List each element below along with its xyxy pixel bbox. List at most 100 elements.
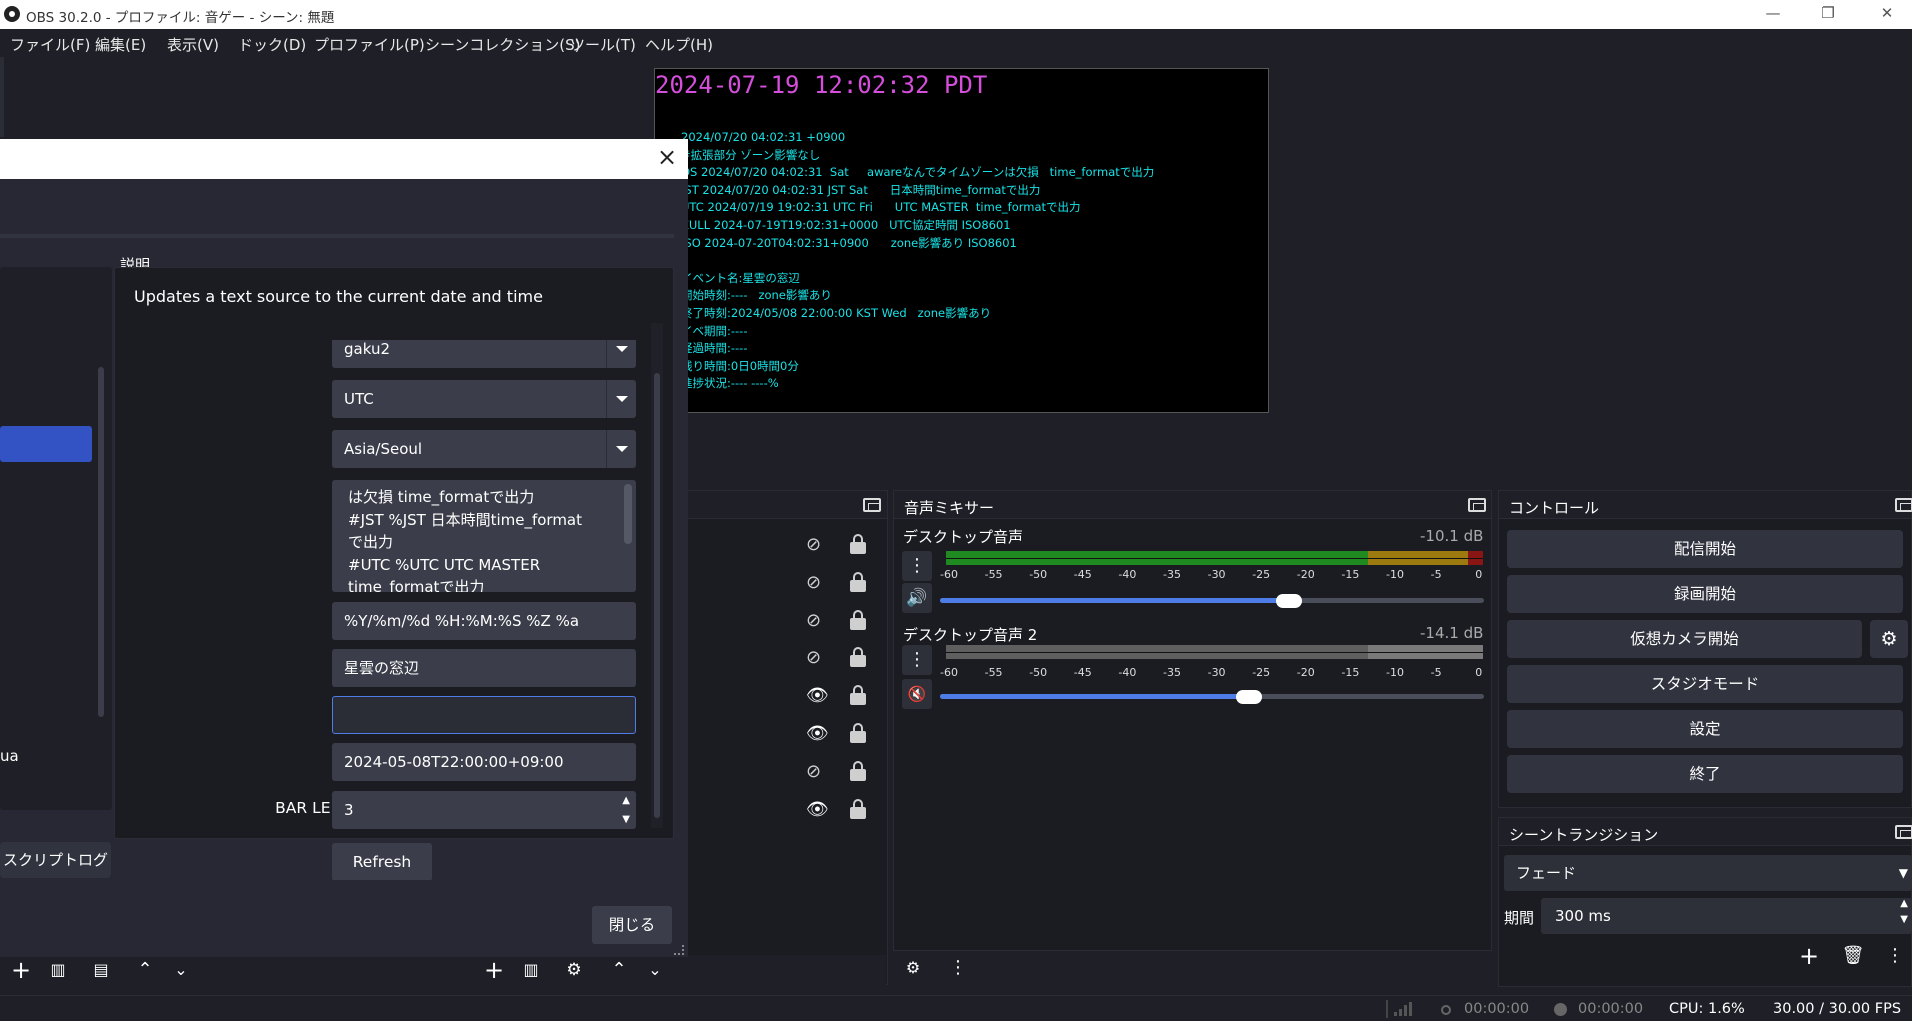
source-up-icon[interactable]: ⌃ bbox=[604, 955, 634, 985]
virtual-camera-gear-icon[interactable]: ⚙ bbox=[1870, 620, 1908, 658]
menu-profile[interactable]: プロファイル(P) bbox=[314, 34, 425, 55]
eye-hidden-icon[interactable]: ⊘ bbox=[806, 610, 828, 631]
exit-button[interactable]: 終了 bbox=[1507, 755, 1903, 793]
lock-icon[interactable] bbox=[850, 647, 866, 668]
chevron-down-icon bbox=[606, 340, 636, 368]
restore-icon[interactable]: ❐ bbox=[1813, 4, 1843, 22]
mixer-channel-menu-icon[interactable]: ⋮ bbox=[902, 645, 932, 675]
add-scene-icon[interactable]: + bbox=[6, 955, 36, 985]
menu-view[interactable]: 表示(V) bbox=[167, 34, 219, 55]
transition-select[interactable]: フェード ▼ bbox=[1504, 855, 1912, 891]
eye-icon[interactable]: 👁 bbox=[806, 724, 829, 744]
spin-arrows-icon[interactable]: ▲ ▼ bbox=[622, 791, 630, 829]
lock-icon[interactable] bbox=[850, 798, 866, 819]
preview-line: 経過時間:---- bbox=[681, 341, 748, 356]
dialog-close-icon[interactable]: × bbox=[657, 143, 677, 171]
transition-select-value: フェード bbox=[1516, 864, 1577, 882]
meter-scale-label: -15 bbox=[1341, 666, 1360, 679]
duration-spinbox[interactable]: 300 ms ▲ ▼ bbox=[1541, 898, 1912, 934]
scene-filters-icon[interactable]: ▤ bbox=[86, 955, 116, 985]
menu-dock[interactable]: ドック(D) bbox=[238, 34, 306, 55]
spin-arrows-icon[interactable]: ▲ ▼ bbox=[1900, 896, 1908, 928]
eye-icon[interactable]: 👁 bbox=[806, 686, 829, 706]
menu-edit[interactable]: 編集(E) bbox=[95, 34, 146, 55]
meter-scale-label: -55 bbox=[984, 666, 1003, 679]
sources-undock-icon[interactable] bbox=[863, 498, 881, 512]
minimize-icon[interactable]: — bbox=[1758, 4, 1788, 22]
trash-icon[interactable]: 🗑 bbox=[1838, 941, 1868, 971]
move-up-icon[interactable]: ⌃ bbox=[130, 955, 160, 985]
eye-hidden-icon[interactable]: ⊘ bbox=[806, 572, 828, 593]
meter-scale-label: -40 bbox=[1118, 666, 1137, 679]
script-log-button[interactable]: スクリプトログ bbox=[0, 842, 111, 878]
lock-icon[interactable] bbox=[850, 685, 866, 706]
start-virtual-camera-button[interactable]: 仮想カメラ開始 bbox=[1507, 620, 1862, 658]
eye-icon[interactable]: 👁 bbox=[806, 799, 829, 820]
utc-master-select[interactable]: UTC bbox=[332, 380, 636, 418]
script-list-scrollbar[interactable] bbox=[98, 367, 104, 717]
preview-line: JST 2024/07/20 04:02:31 JST Sat 日本時間time… bbox=[681, 182, 1041, 197]
transition-menu-icon[interactable]: ⋮ bbox=[1880, 941, 1910, 971]
mixer-undock-icon[interactable] bbox=[1468, 498, 1486, 512]
eye-hidden-icon[interactable]: ⊘ bbox=[806, 648, 828, 668]
move-down-icon[interactable]: ⌄ bbox=[166, 955, 196, 985]
scene-transitions-title: シーントランジション bbox=[1499, 818, 1911, 846]
start-streaming-button[interactable]: 配信開始 bbox=[1507, 530, 1903, 568]
transitions-undock-icon[interactable] bbox=[1895, 825, 1912, 839]
textarea-scrollbar[interactable] bbox=[624, 484, 632, 544]
properties-scrollbar[interactable] bbox=[651, 323, 663, 828]
time-format-input[interactable]: %Y/%m/%d %H:%M:%S %Z %a bbox=[332, 602, 636, 640]
lock-icon[interactable] bbox=[850, 534, 866, 554]
preview-line: 終了時刻:2024/05/08 22:00:00 KST Wed zone影響あ… bbox=[681, 305, 992, 320]
mixer-channel-menu-icon[interactable]: ⋮ bbox=[902, 551, 932, 581]
window-close-icon[interactable]: ✕ bbox=[1872, 4, 1902, 22]
meter-scale-label: -15 bbox=[1341, 568, 1360, 581]
meter-scale-label: -30 bbox=[1207, 666, 1226, 679]
studio-mode-button[interactable]: スタジオモード bbox=[1507, 665, 1903, 703]
speaker-muted-icon[interactable]: 🔇 bbox=[902, 679, 932, 709]
menu-tools[interactable]: ツール(T) bbox=[570, 34, 636, 55]
source-properties-gear-icon[interactable]: ⚙ bbox=[559, 955, 589, 985]
lock-icon[interactable] bbox=[850, 571, 866, 592]
lock-icon[interactable] bbox=[850, 609, 866, 630]
resize-grip-icon[interactable] bbox=[674, 945, 684, 955]
preview-canvas[interactable]: 2024-07-19 12:02:32 PDT 2024/07/20 04:02… bbox=[654, 68, 1269, 413]
controls-undock-icon[interactable] bbox=[1895, 498, 1912, 512]
volume-slider-knob[interactable] bbox=[1236, 690, 1262, 704]
remove-scene-icon[interactable]: ▥ bbox=[43, 955, 73, 985]
mixer-settings-gear-icon[interactable]: ⚙ bbox=[898, 953, 928, 983]
menu-scene-collection[interactable]: シーンコレクション(S) bbox=[425, 34, 580, 55]
event-input[interactable]: 星雲の窓辺 bbox=[332, 649, 636, 687]
start-recording-button[interactable]: 録画開始 bbox=[1507, 575, 1903, 613]
speaker-icon[interactable]: 🔊 bbox=[902, 583, 932, 613]
close-dialog-button[interactable]: 閉じる bbox=[592, 906, 672, 944]
meter-scale-label: -45 bbox=[1073, 568, 1092, 581]
eye-hidden-icon[interactable]: ⊘ bbox=[806, 535, 828, 555]
refresh-button[interactable]: Refresh bbox=[332, 843, 432, 880]
time-string-textarea[interactable]: は欠損 time_formatで出力 #JST %JST 日本時間time_for… bbox=[332, 480, 636, 592]
cpu-usage: CPU: 1.6% bbox=[1669, 1001, 1745, 1017]
end-input[interactable]: 2024-05-08T22:00:00+09:00 bbox=[332, 743, 636, 781]
menu-file[interactable]: ファイル(F) bbox=[10, 34, 90, 55]
lock-icon[interactable] bbox=[850, 760, 866, 781]
settings-button[interactable]: 設定 bbox=[1507, 710, 1903, 748]
add-transition-icon[interactable]: + bbox=[1794, 941, 1824, 971]
left-splitter[interactable] bbox=[0, 57, 4, 137]
meter-scale-label: 0 bbox=[1475, 666, 1483, 679]
eye-hidden-icon[interactable]: ⊘ bbox=[806, 761, 828, 782]
menu-help[interactable]: ヘルプ(H) bbox=[645, 34, 713, 55]
source-down-icon[interactable]: ⌄ bbox=[640, 955, 670, 985]
text-source-select[interactable]: gaku2 bbox=[332, 340, 636, 368]
dialog-tab-separator bbox=[0, 234, 674, 238]
script-list-selected-item[interactable] bbox=[0, 426, 92, 462]
mixer-menu-icon[interactable]: ⋮ bbox=[943, 953, 973, 983]
time-zone-select[interactable]: Asia/Seoul bbox=[332, 430, 636, 468]
remove-source-icon[interactable]: ▥ bbox=[516, 955, 546, 985]
add-source-icon[interactable]: + bbox=[479, 955, 509, 985]
start-input[interactable] bbox=[332, 696, 636, 734]
bar-length-spinbox[interactable]: 3 ▲ ▼ bbox=[332, 791, 636, 829]
volume-slider-knob[interactable] bbox=[1276, 594, 1302, 608]
script-list[interactable]: ua bbox=[0, 267, 112, 810]
lock-icon[interactable] bbox=[850, 723, 866, 743]
time-string-lines: は欠損 time_formatで出力 #JST %JST 日本時間time_for… bbox=[348, 486, 614, 592]
